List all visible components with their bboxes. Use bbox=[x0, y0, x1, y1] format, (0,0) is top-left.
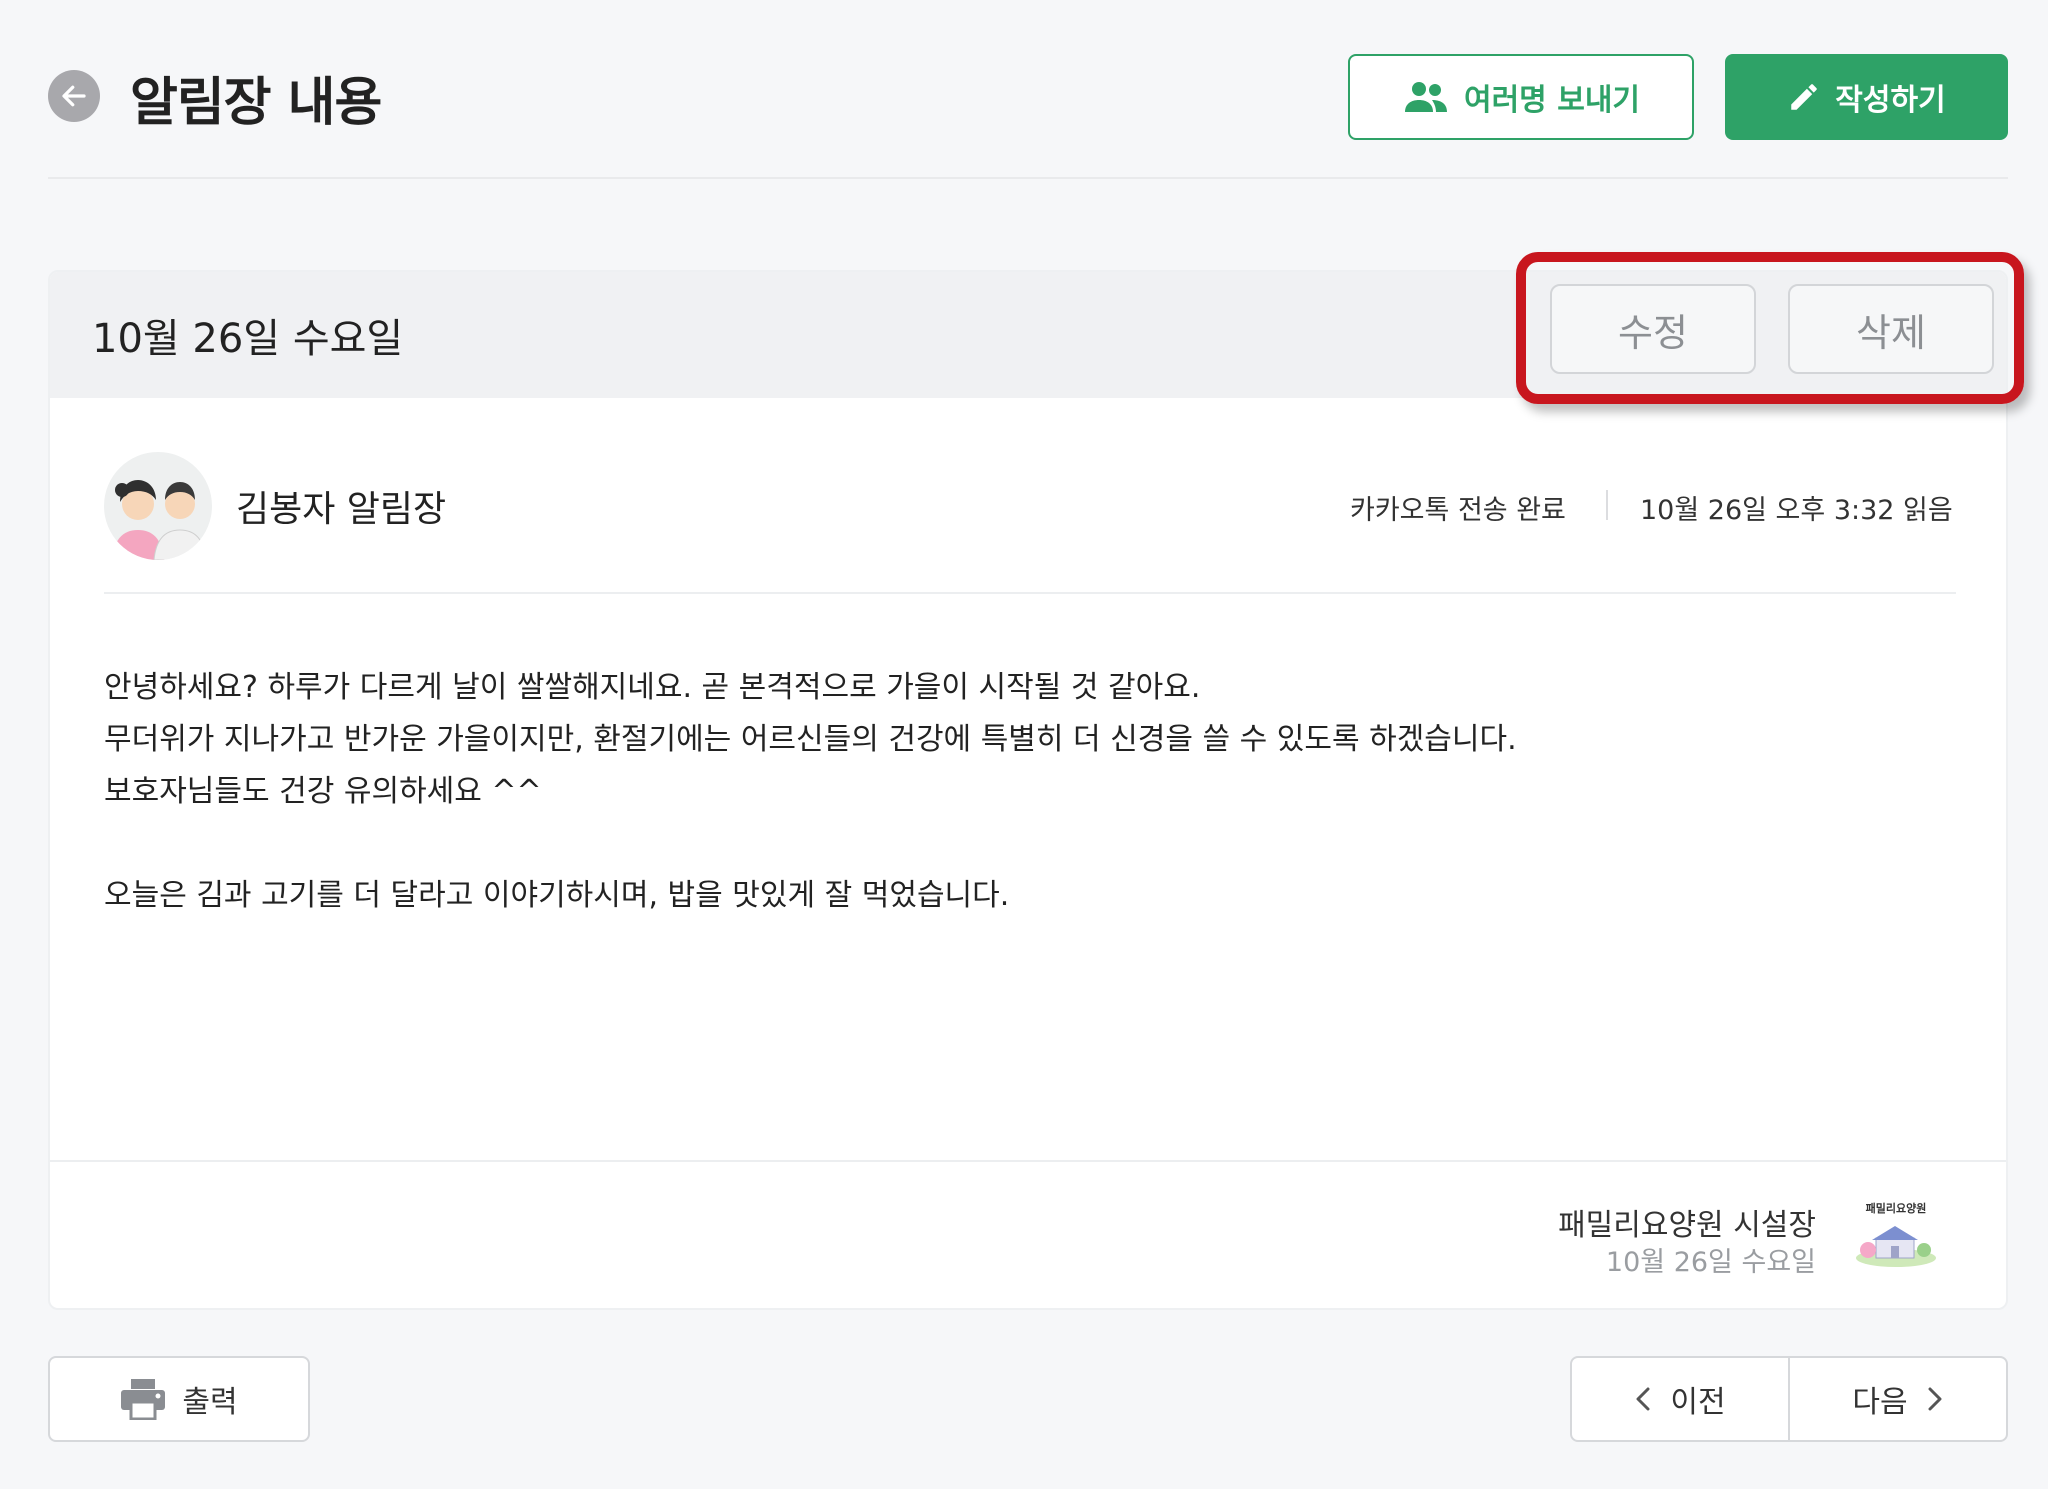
facility-logo: 패밀리요양원 bbox=[1846, 1200, 1946, 1270]
chevron-left-icon bbox=[1636, 1387, 1650, 1411]
sender-name: 김봉자 알림장 bbox=[236, 489, 447, 530]
printer-icon bbox=[121, 1379, 166, 1420]
write-label: 작성하기 bbox=[1835, 83, 1946, 118]
message-line: 보호자님들도 건강 유의하세요 ^^ bbox=[104, 774, 542, 809]
header-divider bbox=[48, 177, 2008, 179]
page-title: 알림장 내용 bbox=[130, 73, 382, 133]
pencil-icon bbox=[1791, 84, 1818, 110]
back-button[interactable] bbox=[48, 70, 100, 122]
read-time: 10월 26일 오후 3:32 읽음 bbox=[1640, 495, 1953, 526]
notice-card-header: 10월 26일 수요일 수정 삭제 bbox=[50, 272, 2006, 398]
arrow-left-icon bbox=[62, 85, 86, 107]
write-button[interactable]: 작성하기 bbox=[1725, 54, 2008, 140]
facility-name: 패밀리요양원 시설장 bbox=[1558, 1208, 1816, 1243]
message-body: 안녕하세요? 하루가 다르게 날이 쌀쌀해지네요. 곧 본격적으로 가을이 시작… bbox=[104, 662, 1954, 922]
chevron-right-icon bbox=[1928, 1387, 1942, 1411]
print-label: 출력 bbox=[182, 1385, 238, 1420]
notice-card: 10월 26일 수요일 수정 삭제 김봉자 알림장 카카오톡 전송 완료 10월… bbox=[48, 270, 2008, 1310]
prev-button[interactable]: 이전 bbox=[1572, 1358, 1788, 1440]
group-icon bbox=[1404, 82, 1447, 112]
footer-divider bbox=[50, 1160, 2006, 1162]
prev-label: 이전 bbox=[1670, 1385, 1726, 1420]
notice-date: 10월 26일 수요일 bbox=[92, 316, 404, 362]
content-divider bbox=[104, 592, 1956, 594]
facility-logo-label: 패밀리요양원 bbox=[1865, 1202, 1927, 1215]
message-line: 오늘은 김과 고기를 더 달라고 이야기하시며, 밥을 맛있게 잘 먹었습니다. bbox=[104, 878, 1010, 913]
message-line: 무더위가 지나가고 반가운 가을이지만, 환절기에는 어르신들의 건강에 특별히… bbox=[104, 722, 1517, 757]
facility-date: 10월 26일 수요일 bbox=[1605, 1247, 1816, 1278]
avatar bbox=[104, 452, 212, 560]
pagination: 이전 다음 bbox=[1570, 1356, 2008, 1442]
meta-separator bbox=[1606, 490, 1608, 520]
edit-button[interactable]: 수정 bbox=[1550, 284, 1756, 374]
print-button[interactable]: 출력 bbox=[48, 1356, 310, 1442]
delete-button[interactable]: 삭제 bbox=[1788, 284, 1994, 374]
multi-send-label: 여러명 보내기 bbox=[1463, 83, 1641, 118]
send-status: 카카오톡 전송 완료 bbox=[1350, 495, 1566, 526]
next-button[interactable]: 다음 bbox=[1790, 1358, 2006, 1440]
next-label: 다음 bbox=[1852, 1385, 1908, 1420]
message-line: 안녕하세요? 하루가 다르게 날이 쌀쌀해지네요. 곧 본격적으로 가을이 시작… bbox=[104, 670, 1201, 705]
multi-send-button[interactable]: 여러명 보내기 bbox=[1348, 54, 1694, 140]
